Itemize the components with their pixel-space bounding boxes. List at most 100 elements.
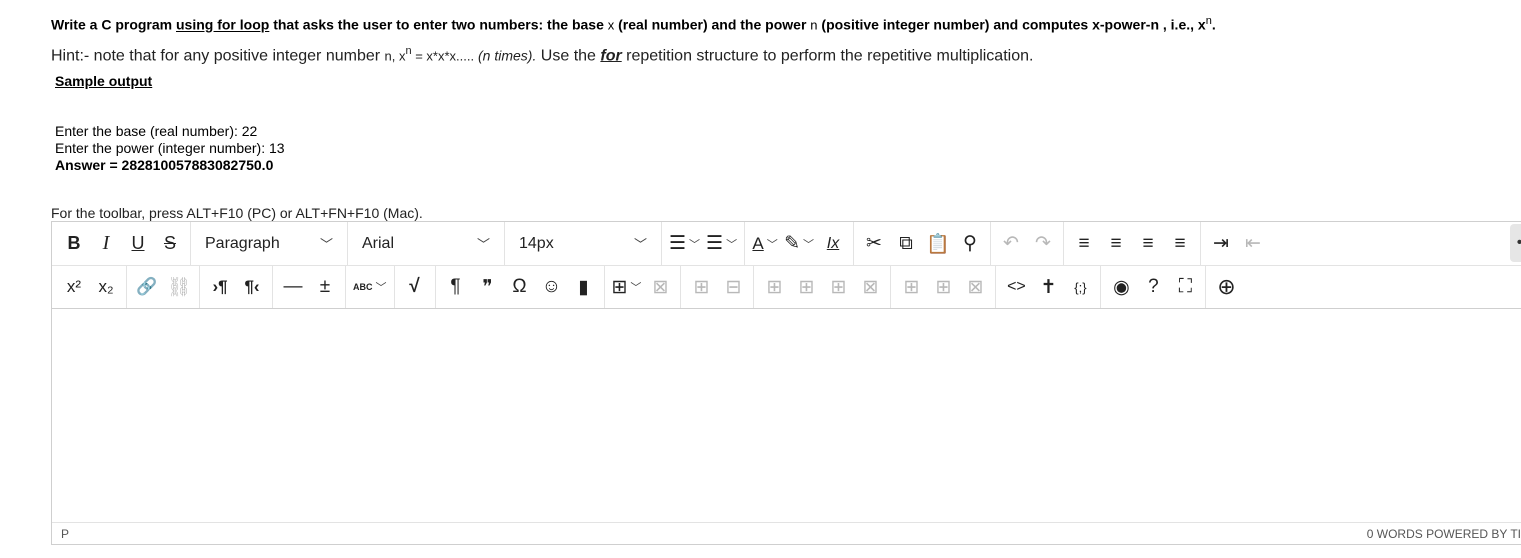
split-cell-button[interactable]: ⊞ [790, 271, 822, 303]
rtl-button[interactable]: ¶‹ [236, 271, 268, 303]
chevron-down-icon: ﹀ [803, 238, 815, 251]
chevron-down-icon: ﹀ [633, 237, 647, 252]
horizontal-line-icon: — [283, 276, 303, 297]
underline-button[interactable]: U [122, 228, 154, 260]
template-button[interactable]: {;} [1064, 271, 1096, 303]
strikethrough-button[interactable]: S [154, 228, 186, 260]
block-format-select[interactable]: Paragraph ﹀ [191, 222, 348, 265]
font-family-value: Arial [362, 234, 395, 252]
table-col-group: ⊞ ⊞ ⊠ [891, 266, 997, 308]
emoji-button[interactable]: ☺ [536, 271, 568, 303]
outdent-button[interactable]: ⇤ [1237, 228, 1269, 260]
insert-col-before-button[interactable]: ⊞ [758, 271, 790, 303]
help-icon: ? [1148, 276, 1159, 297]
merge-cell-icon: ⊞ [830, 276, 847, 298]
insert-link-button[interactable]: 🔗 [131, 271, 163, 303]
hint-part: Hint:- note that for any positive intege… [51, 47, 385, 65]
subscript-button[interactable]: x₂ [90, 271, 122, 303]
indent-group: ⇥ ⇤ [1201, 222, 1273, 265]
merge-cell-button[interactable]: ⊞ [822, 271, 854, 303]
spellcheck-icon: ABC [353, 282, 373, 292]
hint-variable: n, x [384, 48, 406, 64]
ltr-button[interactable]: ›¶ [204, 271, 236, 303]
font-family-select[interactable]: Arial ﹀ [348, 222, 505, 265]
fullscreen-button[interactable]: ⛶ [1169, 271, 1201, 303]
question-part: Write a C program [51, 16, 176, 33]
insert-content-button[interactable]: ± [309, 271, 341, 303]
hint-text: Hint:- note that for any positive intege… [51, 45, 1033, 65]
indent-button[interactable]: ⇥ [1205, 228, 1237, 260]
table-row-group: ⊞ ⊟ [681, 266, 755, 308]
link-group: 🔗 ⛓ [127, 266, 200, 308]
accessibility-icon: ✝ [1040, 276, 1057, 298]
align-left-button[interactable]: ≡ [1068, 228, 1100, 260]
superscript-icon: x² [66, 277, 82, 296]
delete-table-button[interactable]: ⊠ [644, 271, 676, 303]
font-size-value: 14px [519, 234, 554, 252]
bold-button[interactable]: B [58, 228, 90, 260]
bookmark-button[interactable]: ▮ [568, 271, 600, 303]
question-part: that asks the user to enter two numbers:… [269, 16, 608, 33]
help-button[interactable]: ? [1137, 271, 1169, 303]
plus-circle-icon: ⊕ [1217, 274, 1236, 299]
element-path[interactable]: P [61, 527, 69, 541]
justify-button[interactable]: ≡ [1164, 228, 1196, 260]
copy-button[interactable]: ⧉ [890, 228, 922, 260]
add-content-button[interactable]: ⊕ [1210, 271, 1242, 303]
insert-row-before-button[interactable]: ⊞ [685, 271, 717, 303]
more-dots-icon: •• [1517, 234, 1521, 252]
highlight-color-button[interactable]: ✎ ﹀ [781, 228, 817, 260]
paste-button[interactable]: 📋 [922, 228, 954, 260]
blockquote-button[interactable]: ❞ [472, 271, 504, 303]
delete-cell-button[interactable]: ⊠ [854, 271, 886, 303]
plus-minus-icon: ± [319, 276, 331, 297]
script-group: x² x₂ [52, 266, 127, 308]
insert-row-after-button[interactable]: ⊟ [717, 271, 749, 303]
delete-col-button[interactable]: ⊠ [959, 271, 991, 303]
insert-col-b-button[interactable]: ⊞ [927, 271, 959, 303]
align-right-button[interactable]: ≡ [1132, 228, 1164, 260]
cut-button[interactable]: ✂ [858, 228, 890, 260]
direction-group: ›¶ ¶‹ [200, 266, 273, 308]
col-insert-icon: ⊞ [935, 276, 952, 298]
chevron-down-icon: ﹀ [726, 238, 738, 251]
row-after-icon: ⊟ [725, 276, 742, 298]
horizontal-line-button[interactable]: — [277, 271, 309, 303]
unlink-icon: ⛓ [166, 277, 192, 298]
insert-col-a-button[interactable]: ⊞ [895, 271, 927, 303]
col-insert-icon: ⊞ [903, 276, 920, 298]
remove-link-button[interactable]: ⛓ [163, 271, 195, 303]
italic-button[interactable]: I [90, 228, 122, 260]
chevron-down-icon: ﹀ [630, 282, 642, 294]
link-icon: 🔗 [136, 277, 158, 296]
hint-part: Use the [536, 47, 601, 65]
indent-icon: ⇥ [1213, 233, 1229, 254]
math-equation-button[interactable]: √ [399, 271, 431, 303]
undo-button[interactable]: ↶ [995, 228, 1027, 260]
accessibility-button[interactable]: ✝ [1032, 271, 1064, 303]
spellcheck-button[interactable]: ABC ﹀ [350, 271, 390, 303]
code-icon: <> [1007, 278, 1026, 295]
editor-content-area[interactable] [52, 310, 1521, 524]
source-code-button[interactable]: <> [1000, 271, 1032, 303]
toolbar-row-2: x² x₂ 🔗 ⛓ ›¶ ¶‹ — ± ABC ﹀ √ ¶ ❞ Ω ☺ ▮ ⊞ ﹀ [52, 266, 1521, 309]
numbered-list-button[interactable]: ☰ ﹀ [703, 228, 740, 260]
text-color-button[interactable]: A ﹀ [749, 228, 781, 260]
redo-button[interactable]: ↷ [1027, 228, 1059, 260]
show-blocks-button[interactable]: ¶ [440, 271, 472, 303]
special-character-button[interactable]: Ω [504, 271, 536, 303]
table-button[interactable]: ⊞ ﹀ [609, 271, 645, 303]
more-toolbar-button[interactable]: •• [1510, 224, 1521, 262]
find-replace-button[interactable]: ⚲ [954, 228, 986, 260]
smiley-icon: ☺ [541, 276, 562, 297]
question-text: Write a C program using for loop that as… [51, 15, 1216, 33]
bullet-list-button[interactable]: ☰ ﹀ [666, 228, 703, 260]
align-center-button[interactable]: ≡ [1100, 228, 1132, 260]
numbered-list-icon: ☰ [706, 233, 724, 254]
word-count: 0 WORDS POWERED BY TI [1366, 527, 1521, 541]
superscript-button[interactable]: x² [58, 271, 90, 303]
font-size-select[interactable]: 14px ﹀ [505, 222, 662, 265]
scissors-icon: ✂ [866, 233, 882, 254]
clear-formatting-button[interactable]: Ix [817, 228, 849, 260]
preview-button[interactable]: ◉ [1105, 271, 1137, 303]
